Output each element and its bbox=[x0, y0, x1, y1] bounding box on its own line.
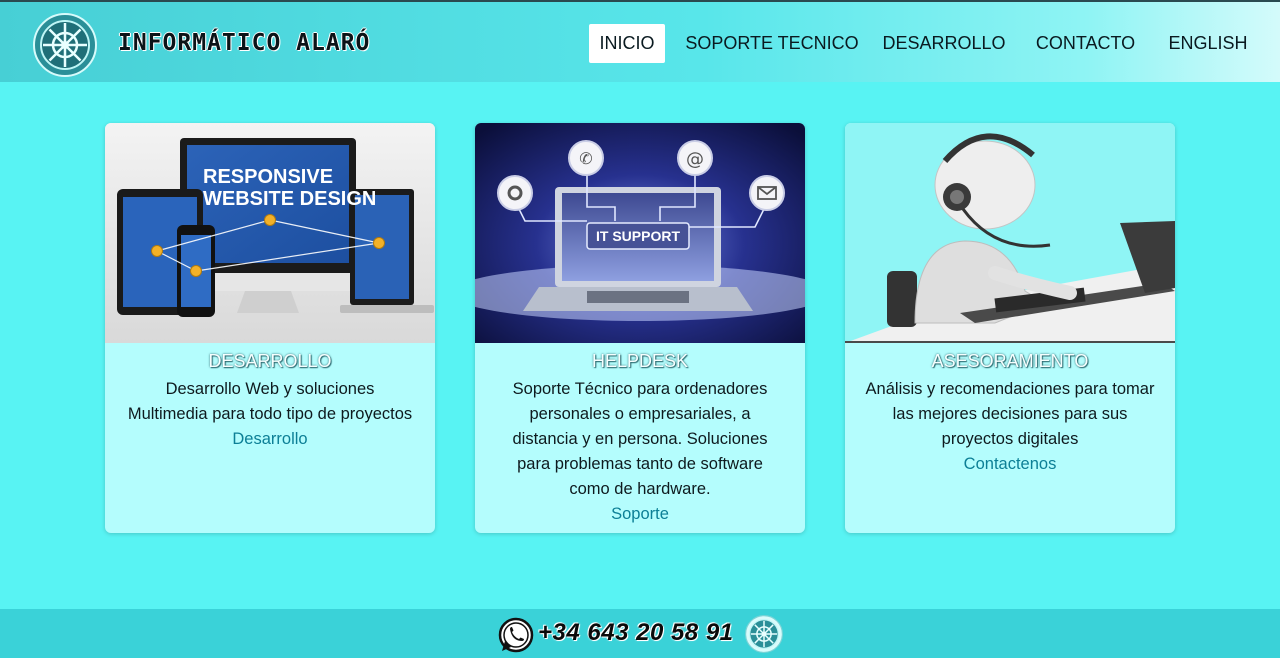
card-helpdesk: IT SUPPORT ✆ @ HELPDESK Soporte Técnico … bbox=[475, 123, 805, 533]
nav-soporte-tecnico[interactable]: SOPORTE TECNICO bbox=[684, 24, 860, 63]
main-nav: INICIO SOPORTE TECNICO DESARROLLO CONTAC… bbox=[0, 24, 1280, 64]
site-header: INFORMÁTICO ALARÓ INICIO SOPORTE TECNICO… bbox=[0, 0, 1280, 82]
whatsapp-icon[interactable] bbox=[498, 617, 534, 653]
phone-icon: ✆ bbox=[568, 140, 604, 176]
card-body: Desarrollo Web y soluciones Multimedia p… bbox=[125, 377, 415, 452]
responsive-text: RESPONSIVE bbox=[203, 166, 333, 188]
phone-number[interactable]: +34 643 20 58 91 bbox=[538, 619, 734, 647]
svg-text:@: @ bbox=[686, 149, 704, 170]
card-description: Análisis y recomendaciones para tomar la… bbox=[865, 380, 1155, 448]
it-support-image: IT SUPPORT ✆ @ bbox=[475, 123, 805, 343]
nav-desarrollo[interactable]: DESARROLLO bbox=[882, 24, 1006, 63]
svg-text:WEBSITE DESIGN: WEBSITE DESIGN bbox=[203, 188, 376, 210]
card-desarrollo: RESPONSIVE WEBSITE DESIGN DESARROLLO Des… bbox=[105, 123, 435, 533]
svg-text:✆: ✆ bbox=[579, 149, 592, 168]
gear-icon bbox=[497, 175, 533, 211]
card-body: Soporte Técnico para ordenadores persona… bbox=[495, 377, 785, 527]
card-title: HELPDESK bbox=[591, 351, 689, 371]
desarrollo-link[interactable]: Desarrollo bbox=[125, 427, 415, 452]
soporte-link[interactable]: Soporte bbox=[495, 502, 785, 527]
card-body: Análisis y recomendaciones para tomar la… bbox=[865, 377, 1155, 477]
nav-english[interactable]: ENGLISH bbox=[1165, 24, 1251, 63]
card-asesoramiento: ASESORAMIENTO Análisis y recomendaciones… bbox=[845, 123, 1175, 533]
card-title: ASESORAMIENTO bbox=[931, 351, 1089, 371]
contactenos-link[interactable]: Contactenos bbox=[865, 452, 1155, 477]
site-footer: +34 643 20 58 91 bbox=[0, 609, 1280, 658]
nav-inicio[interactable]: INICIO bbox=[589, 24, 665, 63]
card-description: Desarrollo Web y soluciones Multimedia p… bbox=[127, 380, 413, 423]
nav-contacto[interactable]: CONTACTO bbox=[1028, 24, 1143, 63]
mail-icon bbox=[749, 175, 785, 211]
at-sign-icon: @ bbox=[677, 140, 713, 176]
responsive-design-image: RESPONSIVE WEBSITE DESIGN bbox=[105, 123, 435, 343]
card-title: DESARROLLO bbox=[208, 351, 332, 371]
support-agent-image bbox=[845, 123, 1175, 343]
ship-wheel-logo-icon bbox=[745, 615, 783, 653]
it-support-text: IT SUPPORT bbox=[596, 228, 680, 244]
card-description: Soporte Técnico para ordenadores persona… bbox=[512, 380, 768, 498]
